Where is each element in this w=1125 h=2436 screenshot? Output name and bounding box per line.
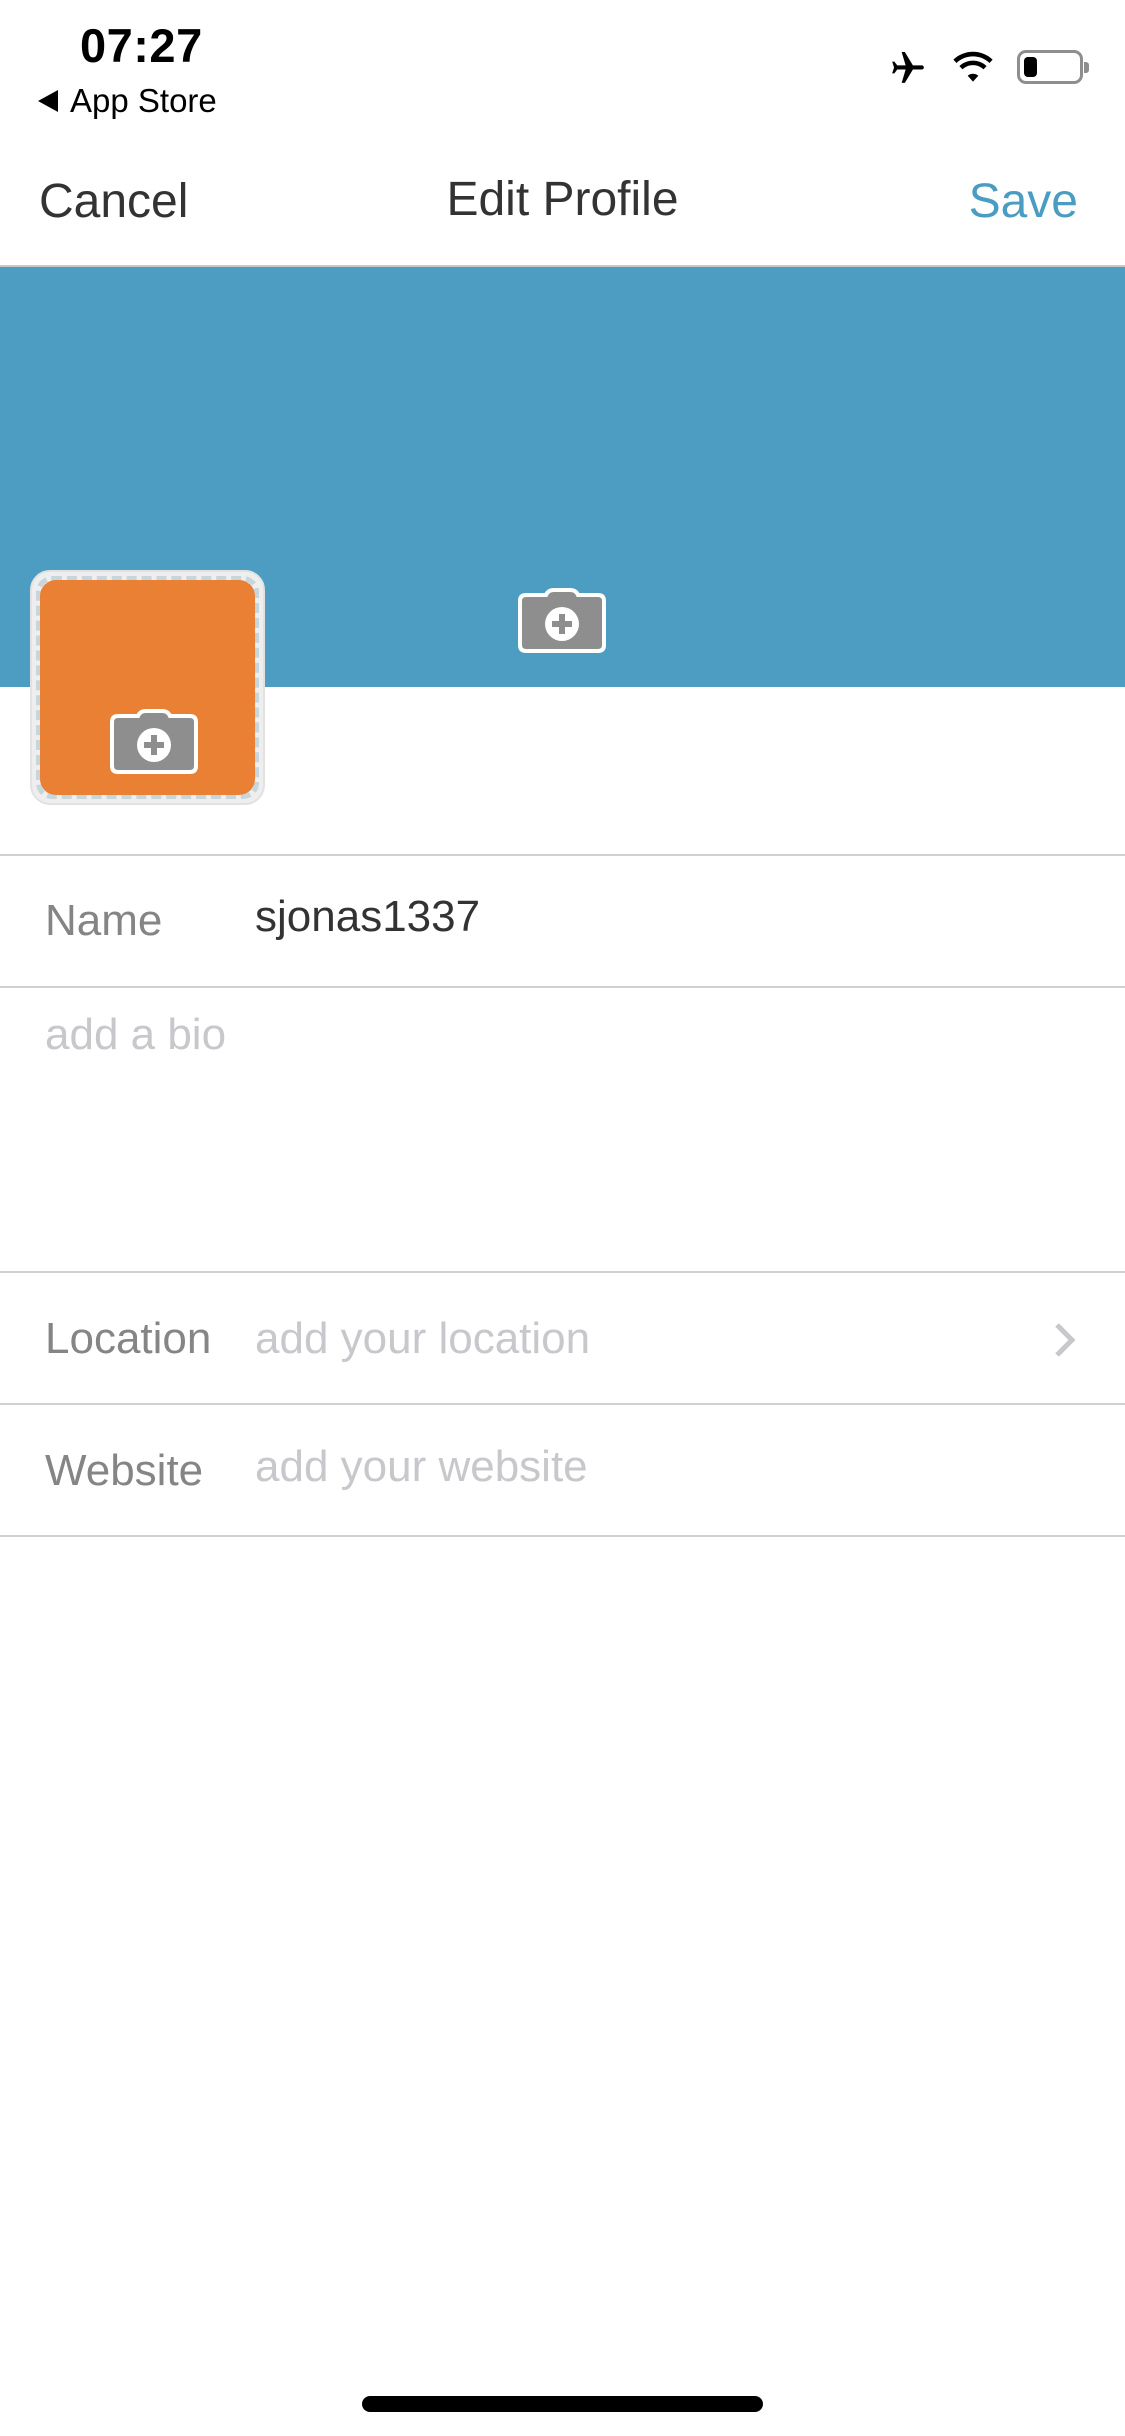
battery-fill <box>1024 57 1037 77</box>
bio-input[interactable] <box>45 1010 1085 1250</box>
name-input[interactable] <box>255 892 1015 942</box>
website-input[interactable] <box>255 1442 1015 1492</box>
wifi-icon <box>953 51 993 82</box>
back-app-label: App Store <box>70 82 217 119</box>
divider <box>0 1403 1125 1405</box>
page-title: Edit Profile <box>446 173 679 226</box>
navigation-bar: Cancel Edit Profile Save <box>0 150 1125 266</box>
status-time: 07:27 <box>80 19 203 72</box>
divider <box>0 1271 1125 1273</box>
website-label: Website <box>45 1446 204 1495</box>
avatar-camera-add-icon[interactable] <box>108 708 200 776</box>
back-triangle-icon <box>38 90 58 112</box>
back-to-app-link[interactable]: App Store <box>38 82 217 120</box>
battery-icon <box>1017 50 1089 84</box>
name-label: Name <box>45 896 163 945</box>
save-button[interactable]: Save <box>969 174 1078 229</box>
avatar[interactable] <box>30 570 265 805</box>
divider <box>0 1535 1125 1537</box>
divider <box>0 986 1125 988</box>
home-indicator[interactable] <box>362 2396 763 2412</box>
chevron-right-icon[interactable] <box>1050 1320 1080 1360</box>
location-placeholder[interactable]: add your location <box>255 1314 1015 1364</box>
divider <box>0 854 1125 856</box>
status-icons <box>887 48 1089 86</box>
avatar-image <box>40 580 255 795</box>
location-label: Location <box>45 1314 212 1363</box>
airplane-mode-icon <box>892 51 924 83</box>
battery-nub <box>1084 62 1089 73</box>
banner-camera-add-icon[interactable] <box>516 587 608 655</box>
